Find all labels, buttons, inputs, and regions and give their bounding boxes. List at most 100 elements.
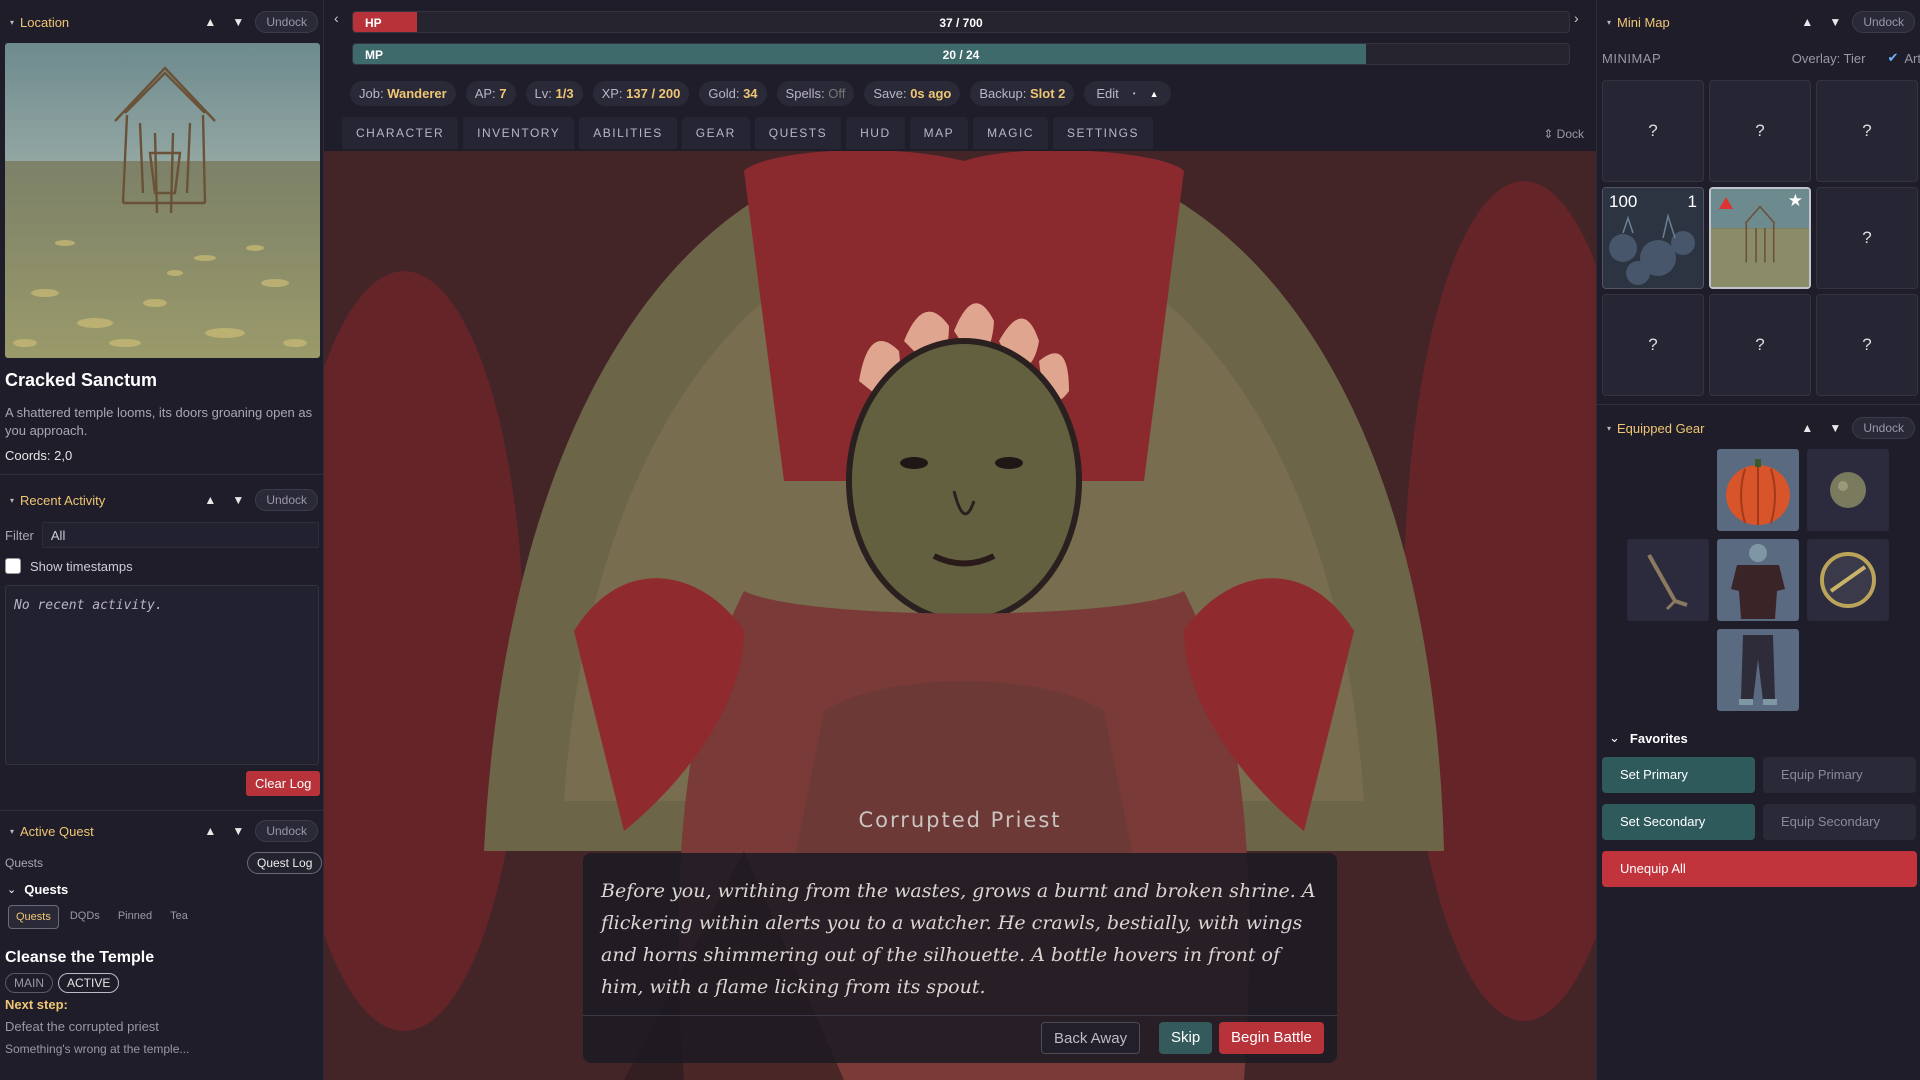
stat-value: 34 [743,86,758,101]
stat-key: Backup: [979,86,1027,101]
minimap-cell-explored[interactable]: 100 1 [1602,187,1704,289]
minimap-cell[interactable]: ? [1709,294,1811,396]
stat-key: Spells: [785,86,825,101]
trousers-icon [1717,629,1799,711]
mp-bar: MP 20 / 24 [352,43,1570,65]
timestamps-checkbox[interactable] [5,558,21,574]
collapse-caret-icon[interactable]: ▾ [10,18,14,27]
gear-slot-legs[interactable] [1717,629,1799,711]
equip-primary-button[interactable]: Equip Primary [1763,757,1916,793]
quest-tab-quests[interactable]: Quests [8,905,59,929]
stat-save: Save: 0s ago [864,81,961,106]
gear-slot-head[interactable] [1717,449,1799,531]
gear-slot-body[interactable] [1717,539,1799,621]
move-down-icon[interactable]: ▼ [227,493,249,507]
minimap-cell[interactable]: ? [1816,187,1918,289]
tab-character[interactable]: CHARACTER [342,117,459,149]
activity-undock-button[interactable]: Undock [255,489,318,511]
edit-button[interactable]: Edit • ▲ [1084,81,1171,106]
enemy-name: Corrupted Priest [858,808,1062,832]
stat-level: Lv: 1/3 [525,81,583,106]
tab-quests[interactable]: QUESTS [754,117,842,149]
quest-log-button[interactable]: Quest Log [247,852,323,874]
move-up-icon[interactable]: ▲ [199,15,221,29]
move-down-icon[interactable]: ▼ [227,15,249,29]
minimap-cell[interactable]: ? [1602,80,1704,182]
begin-battle-button[interactable]: Begin Battle [1219,1022,1324,1054]
move-down-icon[interactable]: ▼ [1824,15,1846,29]
chevron-right-icon[interactable]: › [1574,10,1579,26]
quests-label: Quests [5,856,44,870]
right-sidebar: ▾ Mini Map ▲ ▼ Undock MINIMAP Overlay: T… [1596,0,1920,1080]
gear-slot-accessory[interactable] [1807,449,1889,531]
skip-button[interactable]: Skip [1159,1022,1213,1054]
set-secondary-button[interactable]: Set Secondary [1602,804,1755,840]
stat-key: Lv: [534,86,552,101]
location-undock-button[interactable]: Undock [255,11,318,33]
minimap-cell[interactable]: ? [1709,80,1811,182]
back-away-button[interactable]: Back Away [1041,1022,1141,1054]
dock-button[interactable]: ⇕ Dock [1543,127,1584,141]
equip-secondary-button[interactable]: Equip Secondary [1763,804,1916,840]
quest-tab-dqds[interactable]: DQDs [63,905,107,929]
tab-gear[interactable]: GEAR [681,117,750,149]
gear-undock-button[interactable]: Undock [1852,417,1915,439]
favorites-header[interactable]: ⌄ Favorites [1609,730,1688,746]
quest-title: Cleanse the Temple [5,949,155,966]
stat-value: Off [828,86,846,101]
unequip-all-button[interactable]: Unequip All [1602,851,1917,887]
move-down-icon[interactable]: ▼ [1824,421,1846,435]
stat-value: 7 [499,86,507,101]
minimap-cell[interactable]: ? [1816,80,1918,182]
quests-subheader[interactable]: ⌄ Quests [7,882,68,897]
gear-slot-weapon[interactable] [1627,539,1709,621]
stat-spells[interactable]: Spells: Off [776,81,855,106]
checkmark-icon[interactable]: ✔ [1887,50,1898,66]
next-step-text: Defeat the corrupted priest [5,1019,159,1034]
quest-tab-tea[interactable]: Tea [163,905,195,929]
quest-undock-button[interactable]: Undock [255,820,318,842]
stat-backup[interactable]: Backup: Slot 2 [970,81,1075,106]
activity-panel-title: Recent Activity [20,492,106,508]
collapse-caret-icon[interactable]: ▾ [1607,424,1611,433]
move-up-icon[interactable]: ▲ [1796,421,1818,435]
overlay-selector[interactable]: Overlay: Tier [1792,51,1866,66]
chevron-left-icon[interactable]: ‹ [334,10,339,26]
move-up-icon[interactable]: ▲ [199,493,221,507]
tab-inventory[interactable]: INVENTORY [463,117,575,149]
tab-map[interactable]: MAP [909,117,969,149]
move-down-icon[interactable]: ▼ [227,824,249,838]
minimap-cell[interactable]: ? [1816,294,1918,396]
stat-value: Slot 2 [1029,86,1066,101]
divider [0,810,324,811]
filter-input[interactable] [41,522,319,548]
minimap-undock-button[interactable]: Undock [1852,11,1915,33]
move-up-icon[interactable]: ▲ [199,824,221,838]
move-up-icon[interactable]: ▲ [1796,15,1818,29]
tab-settings[interactable]: SETTINGS [1053,117,1154,149]
quests-subheader-label: Quests [24,882,69,897]
clear-log-button[interactable]: Clear Log [246,771,321,796]
quest-badge-main: MAIN [5,973,53,993]
tab-magic[interactable]: MAGIC [973,117,1048,149]
quest-tab-pinned[interactable]: Pinned [111,905,159,929]
tab-hud[interactable]: HUD [846,117,905,149]
collapse-caret-icon[interactable]: ▾ [10,827,14,836]
activity-log[interactable]: No recent activity. [5,585,319,765]
stone-orb-icon [1807,449,1889,531]
stat-xp: XP: 137 / 200 [592,81,690,106]
collapse-caret-icon[interactable]: ▾ [1607,18,1611,27]
mp-value: 20 / 24 [942,48,980,62]
minimap-cell-current[interactable]: ★ [1709,187,1811,289]
minimap-cell[interactable]: ? [1602,294,1704,396]
minimap-panel-title: Mini Map [1617,14,1670,30]
tab-abilities[interactable]: ABILITIES [579,117,677,149]
quest-panel-header: ▾ Active Quest ▲ ▼ Undock [0,814,324,848]
set-primary-button[interactable]: Set Primary [1602,757,1755,793]
stat-value: Wanderer [387,86,447,101]
gear-slot-offhand[interactable] [1807,539,1889,621]
encounter-scene: Corrupted Priest Before you, writhing fr… [324,151,1596,1080]
wooden-stick-icon [1627,539,1709,621]
collapse-caret-icon[interactable]: ▾ [10,496,14,505]
chevron-down-icon: ⌄ [1609,730,1620,745]
